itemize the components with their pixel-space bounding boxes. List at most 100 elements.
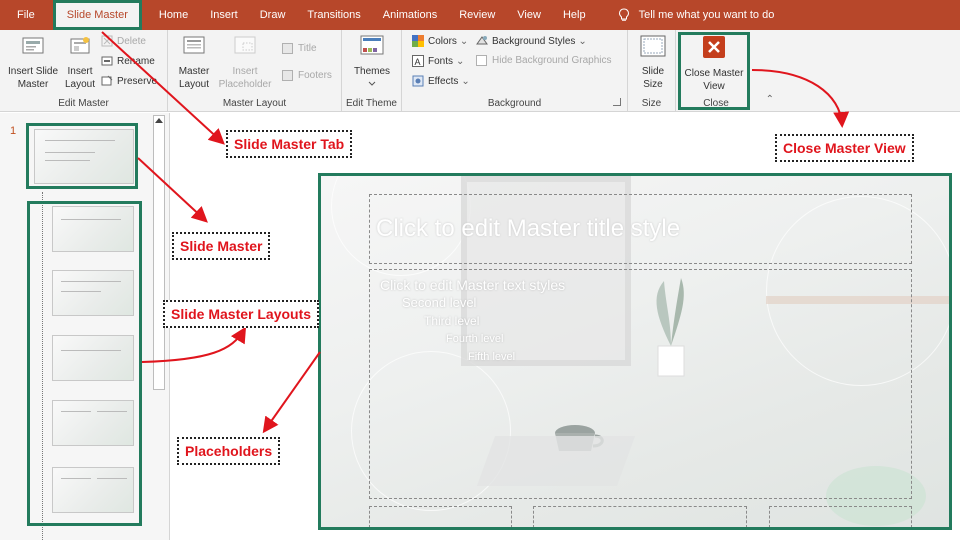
colors-swatch-icon [412, 35, 424, 47]
rename-icon [101, 56, 113, 66]
fonts-label: Fonts [428, 55, 454, 67]
callout-placeholders: Placeholders [177, 437, 281, 465]
tab-draw[interactable]: Draw [249, 0, 297, 30]
background-styles-button[interactable]: Background Styles ⌄ [476, 35, 587, 47]
callout-slide-master-tab: Slide Master Tab [226, 130, 353, 158]
effects-label: Effects [428, 75, 459, 87]
insert-placeholder-icon [234, 36, 256, 54]
body-level-4: Fourth level [446, 333, 504, 345]
preserve-button[interactable]: Preserve [101, 75, 157, 87]
tab-help[interactable]: Help [552, 0, 597, 30]
rename-button[interactable]: Rename [101, 55, 155, 67]
slide-master-highlight [26, 123, 138, 189]
collapse-ribbon-icon[interactable]: ⌃ [766, 94, 774, 105]
delete-icon [101, 35, 113, 47]
themes-dropdown-icon [368, 81, 376, 86]
background-group-label: Background [487, 98, 542, 109]
close-master-view-button[interactable]: Close Master View [682, 36, 746, 93]
colors-button[interactable]: Colors ⌄ [412, 35, 468, 47]
tab-file[interactable]: File [0, 0, 53, 30]
rename-label: Rename [117, 55, 155, 67]
hide-background-graphics-label: Hide Background Graphics [492, 55, 612, 66]
size-group-label: Size [641, 98, 662, 109]
colors-label: Colors [428, 35, 457, 47]
delete-button[interactable]: Delete [101, 35, 146, 47]
insert-slide-master-button[interactable]: Insert Slide Master [4, 34, 62, 91]
preserve-pin-icon [101, 75, 113, 86]
edit-theme-group: Themes Edit Theme [342, 30, 402, 112]
insert-layout-icon [70, 37, 90, 54]
thumbnail-scrollbar[interactable] [153, 115, 165, 390]
edit-master-group-label: Edit Master [58, 98, 109, 109]
title-check-box[interactable] [282, 43, 293, 54]
tab-review[interactable]: Review [448, 0, 506, 30]
background-styles-label: Background Styles [492, 35, 576, 47]
themes-icon [360, 35, 384, 55]
title-checkbox[interactable]: Title [282, 43, 317, 54]
insert-placeholder-label: Insert Placeholder [218, 66, 272, 90]
master-layout-group: Master Layout Insert Placeholder Title F… [168, 30, 342, 112]
tab-transitions[interactable]: Transitions [296, 0, 371, 30]
body-level-1: Click to edit Master text styles [380, 277, 566, 293]
hide-background-graphics-checkbox[interactable]: Hide Background Graphics [476, 55, 612, 66]
delete-label: Delete [117, 35, 146, 47]
slide-size-button[interactable]: Slide Size [633, 34, 673, 91]
slide-size-label: Slide Size [641, 66, 665, 90]
colors-dropdown-icon: ⌄ [459, 35, 469, 47]
body-placeholder[interactable]: Click to edit Master text styles Second … [369, 269, 912, 499]
footers-checkbox[interactable]: Footers [282, 70, 332, 81]
slide-number-placeholder[interactable] [769, 506, 912, 527]
close-group-label: Close [703, 98, 729, 109]
preserve-label: Preserve [117, 75, 158, 87]
fonts-icon: A [412, 55, 424, 67]
tab-animations[interactable]: Animations [372, 0, 448, 30]
background-styles-icon [476, 36, 488, 45]
edit-master-group: Insert Slide Master Insert Layout Delete… [0, 30, 168, 112]
master-layout-label: Master Layout [178, 66, 210, 90]
fonts-dropdown-icon: ⌄ [456, 55, 465, 67]
slide-size-icon [640, 35, 666, 57]
date-placeholder[interactable] [369, 506, 512, 527]
tell-me-search[interactable]: Tell me what you want to do [617, 8, 775, 22]
footers-checkbox-label: Footers [298, 70, 332, 81]
body-level-2: Second level [402, 295, 477, 310]
callout-close-master-view: Close Master View [775, 134, 914, 162]
master-slide-canvas[interactable]: Click to edit Master title style Click t… [318, 173, 952, 530]
slide-master-layouts-highlight [27, 201, 142, 526]
lightbulb-icon [618, 8, 629, 21]
background-dialog-launcher[interactable] [613, 98, 621, 106]
tab-home[interactable]: Home [148, 0, 199, 30]
insert-layout-button[interactable]: Insert Layout [62, 34, 98, 91]
effects-button[interactable]: Effects ⌄ [412, 75, 470, 87]
themes-button[interactable]: Themes [350, 34, 394, 91]
footer-placeholder[interactable] [533, 506, 747, 527]
svg-text:A: A [415, 57, 421, 67]
master-layout-icon [183, 36, 205, 54]
arrow-to-placeholders [262, 351, 321, 434]
master-layout-button[interactable]: Master Layout [174, 34, 214, 91]
edit-theme-group-label: Edit Theme [346, 98, 397, 109]
effects-icon [412, 75, 424, 87]
fonts-button[interactable]: A Fonts ⌄ [412, 55, 464, 67]
tab-insert[interactable]: Insert [199, 0, 249, 30]
callout-slide-master: Slide Master [172, 232, 271, 260]
tell-me-text: Tell me what you want to do [638, 9, 775, 21]
ribbon: Insert Slide Master Insert Layout Delete… [0, 30, 960, 112]
close-master-view-label: Close Master View [684, 68, 744, 92]
callout-slide-master-layouts: Slide Master Layouts [163, 300, 320, 328]
title-placeholder[interactable]: Click to edit Master title style [369, 194, 912, 264]
insert-layout-label: Insert Layout [64, 66, 96, 90]
scroll-up-arrow-icon[interactable] [155, 118, 163, 123]
insert-placeholder-button[interactable]: Insert Placeholder [214, 34, 276, 91]
close-group: Close Master View Close [676, 30, 756, 112]
hide-background-graphics-check-box[interactable] [476, 55, 487, 66]
title-checkbox-label: Title [298, 43, 317, 54]
size-group: Slide Size Size [628, 30, 676, 112]
slide-number: 1 [10, 125, 17, 137]
tab-slide-master[interactable]: Slide Master [52, 0, 142, 30]
tab-view[interactable]: View [506, 0, 552, 30]
close-x-icon [703, 36, 725, 58]
footers-check-box[interactable] [282, 70, 293, 81]
body-level-3: Third level [424, 314, 480, 328]
ribbon-tab-bar: File Slide Master Home Insert Draw Trans… [0, 0, 960, 30]
